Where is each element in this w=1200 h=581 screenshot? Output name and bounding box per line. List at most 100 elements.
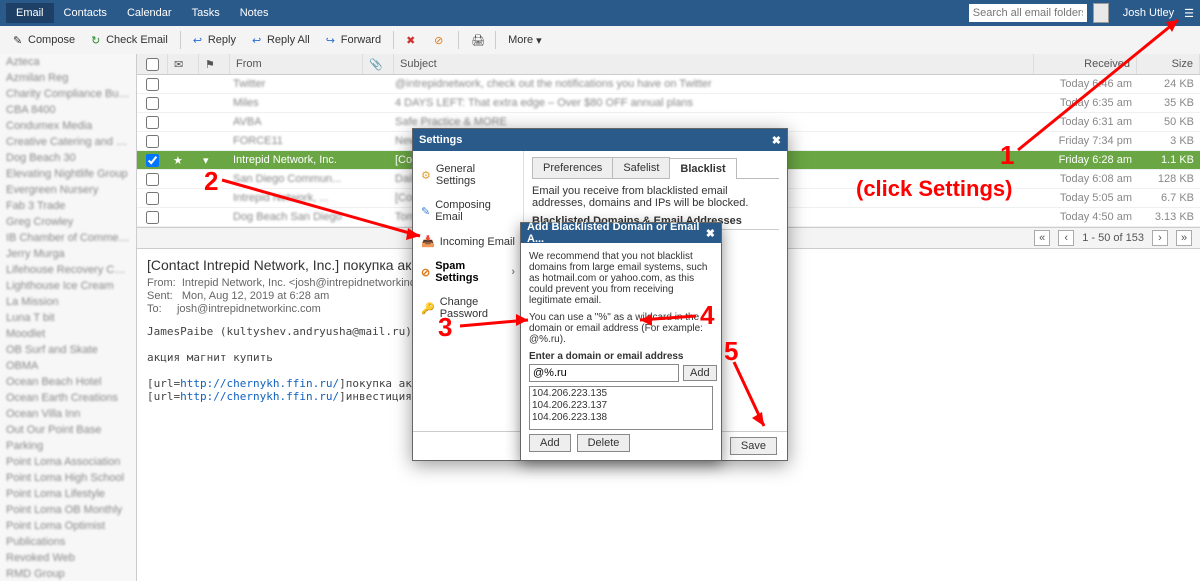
row-flag[interactable] bbox=[197, 94, 227, 112]
folder-item[interactable]: Point Loma OB Monthly bbox=[0, 502, 136, 518]
blacklist-entry[interactable]: 104.206.223.138 bbox=[532, 412, 710, 424]
add-button[interactable]: Add bbox=[529, 434, 571, 452]
folder-item[interactable]: Dog Beach 30 bbox=[0, 150, 136, 166]
row-star[interactable] bbox=[167, 208, 197, 226]
folder-item[interactable]: Ocean Villa Inn bbox=[0, 406, 136, 422]
next-page-button[interactable]: › bbox=[1152, 230, 1168, 246]
folder-item[interactable]: Luna T bit bbox=[0, 310, 136, 326]
from-header[interactable]: From bbox=[230, 54, 363, 74]
search-scope-dropdown[interactable] bbox=[1093, 3, 1109, 23]
message-row[interactable]: Miles4 DAYS LEFT: That extra edge – Over… bbox=[137, 94, 1200, 113]
row-flag[interactable] bbox=[197, 75, 227, 93]
compose-button[interactable]: ✎Compose bbox=[6, 30, 82, 50]
save-button[interactable]: Save bbox=[730, 437, 777, 455]
select-all-checkbox[interactable] bbox=[146, 58, 159, 71]
folder-item[interactable]: Elevating Nightlife Group bbox=[0, 166, 136, 182]
folder-item[interactable]: La Mission bbox=[0, 294, 136, 310]
last-page-button[interactable]: » bbox=[1176, 230, 1192, 246]
row-star[interactable] bbox=[167, 113, 197, 131]
tab-calendar[interactable]: Calendar bbox=[117, 3, 182, 23]
folder-item[interactable]: Point Loma Optimist bbox=[0, 518, 136, 534]
subject-header[interactable]: Subject bbox=[394, 54, 1034, 74]
folder-item[interactable]: Publications bbox=[0, 534, 136, 550]
delete-button[interactable]: Delete bbox=[577, 434, 631, 452]
link-2[interactable]: http://chernykh.ffin.ru/ bbox=[180, 390, 339, 403]
close-icon[interactable]: ✖ bbox=[706, 227, 715, 240]
close-icon[interactable]: ✖ bbox=[772, 134, 781, 147]
row-star[interactable]: ★ bbox=[167, 151, 197, 169]
reply-all-button[interactable]: ↩Reply All bbox=[245, 30, 317, 50]
reply-button[interactable]: ↩Reply bbox=[186, 30, 243, 50]
folder-item[interactable]: Creative Catering and Event bbox=[0, 134, 136, 150]
size-header[interactable]: Size bbox=[1137, 54, 1200, 74]
attachment-column-icon[interactable]: 📎 bbox=[363, 54, 394, 74]
row-star[interactable] bbox=[167, 170, 197, 188]
print-button[interactable]: 🖨 bbox=[464, 30, 490, 50]
nav-composing[interactable]: ✎Composing Email bbox=[413, 193, 523, 229]
folder-item[interactable]: Parking bbox=[0, 438, 136, 454]
domain-input[interactable] bbox=[529, 364, 679, 382]
folder-item[interactable]: Out Our Point Base bbox=[0, 422, 136, 438]
delete-button[interactable]: ✖ bbox=[399, 30, 425, 50]
star-column-icon[interactable]: ✉ bbox=[168, 54, 199, 74]
folder-item[interactable]: Evergreen Nursery bbox=[0, 182, 136, 198]
tab-email[interactable]: Email bbox=[6, 3, 54, 23]
check-email-button[interactable]: ↻Check Email bbox=[84, 30, 175, 50]
row-flag[interactable] bbox=[197, 113, 227, 131]
row-checkbox[interactable] bbox=[146, 192, 159, 205]
row-flag[interactable] bbox=[197, 189, 227, 207]
received-header[interactable]: Received bbox=[1034, 54, 1137, 74]
nav-password[interactable]: 🔑Change Password bbox=[413, 290, 523, 326]
row-checkbox[interactable] bbox=[146, 97, 159, 110]
flag-column-icon[interactable]: ⚑ bbox=[199, 54, 230, 74]
tab-preferences[interactable]: Preferences bbox=[532, 157, 613, 178]
tab-safelist[interactable]: Safelist bbox=[612, 157, 670, 178]
folder-item[interactable]: CBA 8400 bbox=[0, 102, 136, 118]
folder-item[interactable]: Revoked Web bbox=[0, 550, 136, 566]
link-1[interactable]: http://chernykh.ffin.ru/ bbox=[180, 377, 339, 390]
nav-incoming[interactable]: 📥Incoming Email bbox=[413, 229, 523, 254]
folder-item[interactable]: Moodlet bbox=[0, 326, 136, 342]
add-inline-button[interactable]: Add bbox=[683, 365, 717, 381]
folder-item[interactable]: OB Surf and Skate bbox=[0, 342, 136, 358]
row-star[interactable] bbox=[167, 75, 197, 93]
blacklist-entries[interactable]: 104.206.223.135104.206.223.137104.206.22… bbox=[529, 386, 713, 430]
folder-item[interactable]: Greg Crowley bbox=[0, 214, 136, 230]
folder-item[interactable]: Ocean Beach Hotel bbox=[0, 374, 136, 390]
tab-blacklist[interactable]: Blacklist bbox=[669, 158, 736, 179]
folder-item[interactable]: Fab 3 Trade bbox=[0, 198, 136, 214]
row-flag[interactable]: ▾ bbox=[197, 151, 227, 169]
folder-item[interactable]: OBMA bbox=[0, 358, 136, 374]
blacklist-entry[interactable]: 104.206.223.137 bbox=[532, 400, 710, 412]
row-flag[interactable] bbox=[197, 170, 227, 188]
folder-item[interactable]: Jerry Murga bbox=[0, 246, 136, 262]
folder-item[interactable]: Condumex Media bbox=[0, 118, 136, 134]
row-star[interactable] bbox=[167, 189, 197, 207]
tab-notes[interactable]: Notes bbox=[230, 3, 279, 23]
row-checkbox[interactable] bbox=[146, 211, 159, 224]
row-checkbox[interactable] bbox=[146, 135, 159, 148]
folder-item[interactable]: Point Loma Association bbox=[0, 454, 136, 470]
nav-general[interactable]: ⚙General Settings bbox=[413, 157, 523, 193]
folder-item[interactable]: Ocean Earth Creations bbox=[0, 390, 136, 406]
nav-spam[interactable]: ⊘Spam Settings › bbox=[413, 254, 523, 290]
folder-item[interactable]: Point Loma High School bbox=[0, 470, 136, 486]
folder-item[interactable]: Lighthouse Ice Cream bbox=[0, 278, 136, 294]
row-flag[interactable] bbox=[197, 208, 227, 226]
folder-item[interactable]: Azteca bbox=[0, 54, 136, 70]
folder-item[interactable]: Charity Compliance Business bbox=[0, 86, 136, 102]
first-page-button[interactable]: « bbox=[1034, 230, 1050, 246]
spam-button[interactable]: ⊘ bbox=[427, 30, 453, 50]
search-input[interactable] bbox=[969, 4, 1087, 22]
tab-contacts[interactable]: Contacts bbox=[54, 3, 117, 23]
folder-sidebar[interactable]: AztecaAzmilan RegCharity Compliance Busi… bbox=[0, 54, 137, 581]
row-star[interactable] bbox=[167, 132, 197, 150]
message-row[interactable]: Twitter@intrepidnetwork, check out the n… bbox=[137, 75, 1200, 94]
row-flag[interactable] bbox=[197, 132, 227, 150]
row-checkbox[interactable] bbox=[146, 173, 159, 186]
tab-tasks[interactable]: Tasks bbox=[182, 3, 230, 23]
prev-page-button[interactable]: ‹ bbox=[1058, 230, 1074, 246]
row-checkbox[interactable] bbox=[146, 116, 159, 129]
forward-button[interactable]: ↪Forward bbox=[319, 30, 388, 50]
folder-item[interactable]: Azmilan Reg bbox=[0, 70, 136, 86]
